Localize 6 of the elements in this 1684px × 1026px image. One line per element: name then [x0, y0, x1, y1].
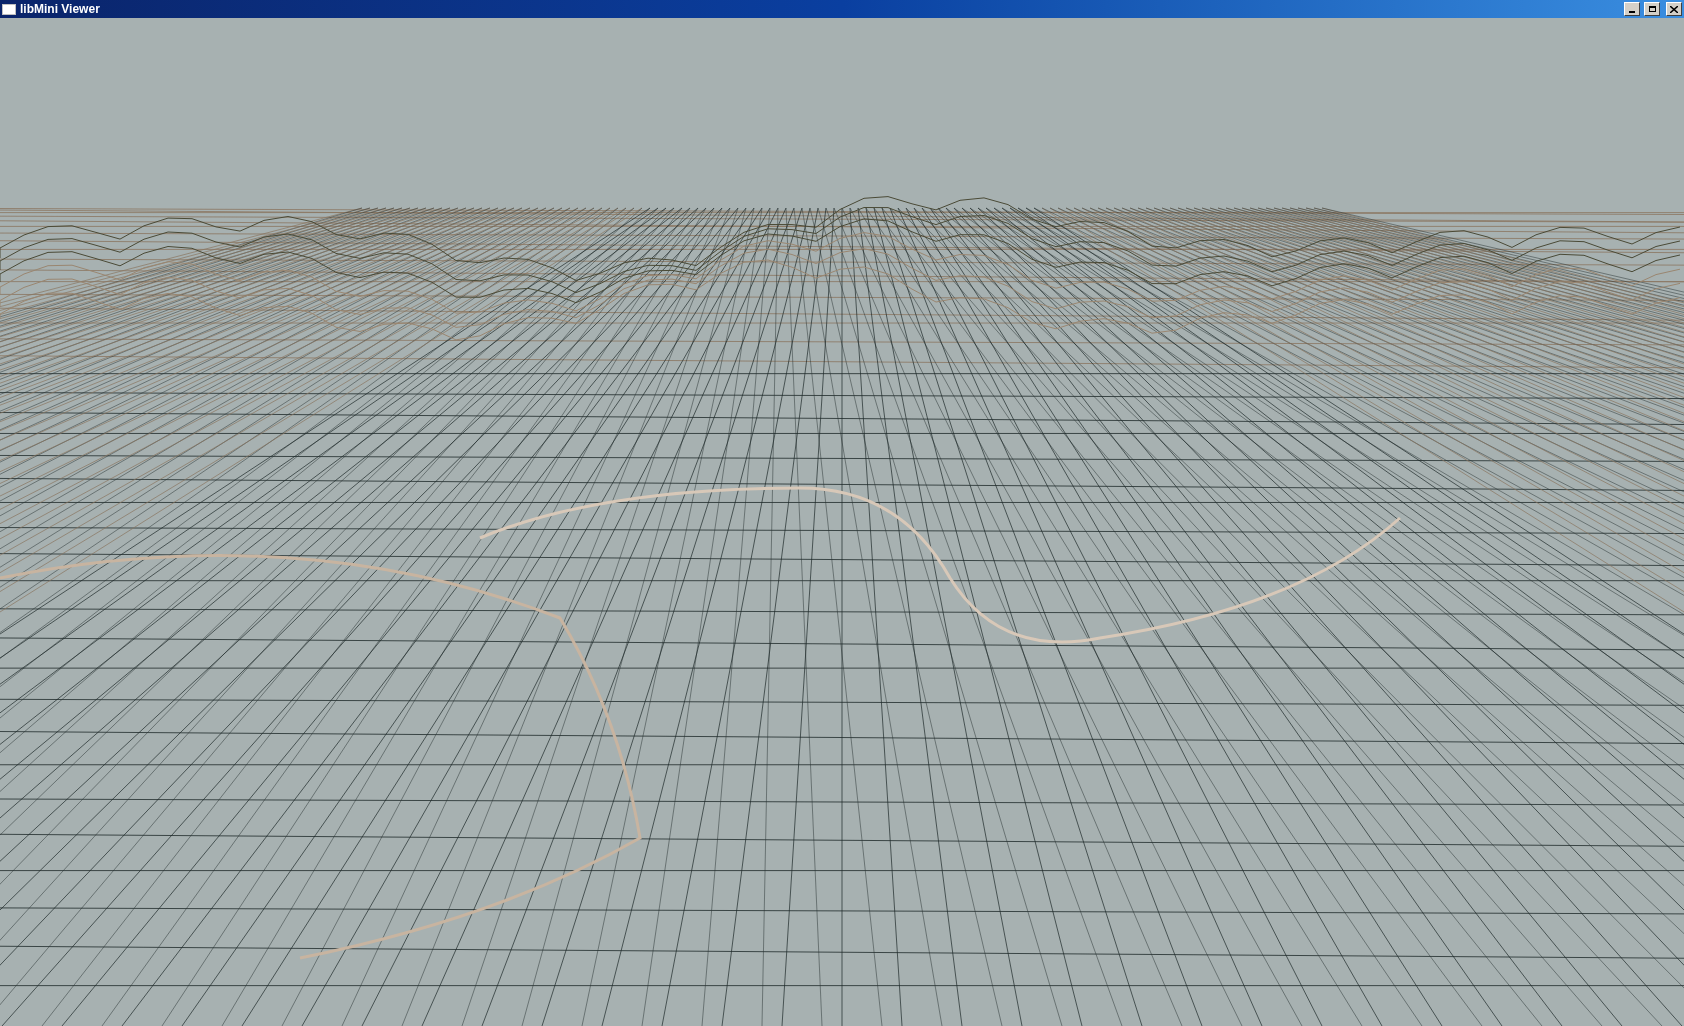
close-icon	[1670, 5, 1678, 13]
close-button[interactable]	[1666, 2, 1682, 16]
minimize-button[interactable]	[1624, 2, 1640, 16]
window-icon	[2, 3, 16, 15]
window-title: libMini Viewer	[20, 3, 100, 15]
restore-button[interactable]	[1644, 2, 1660, 16]
